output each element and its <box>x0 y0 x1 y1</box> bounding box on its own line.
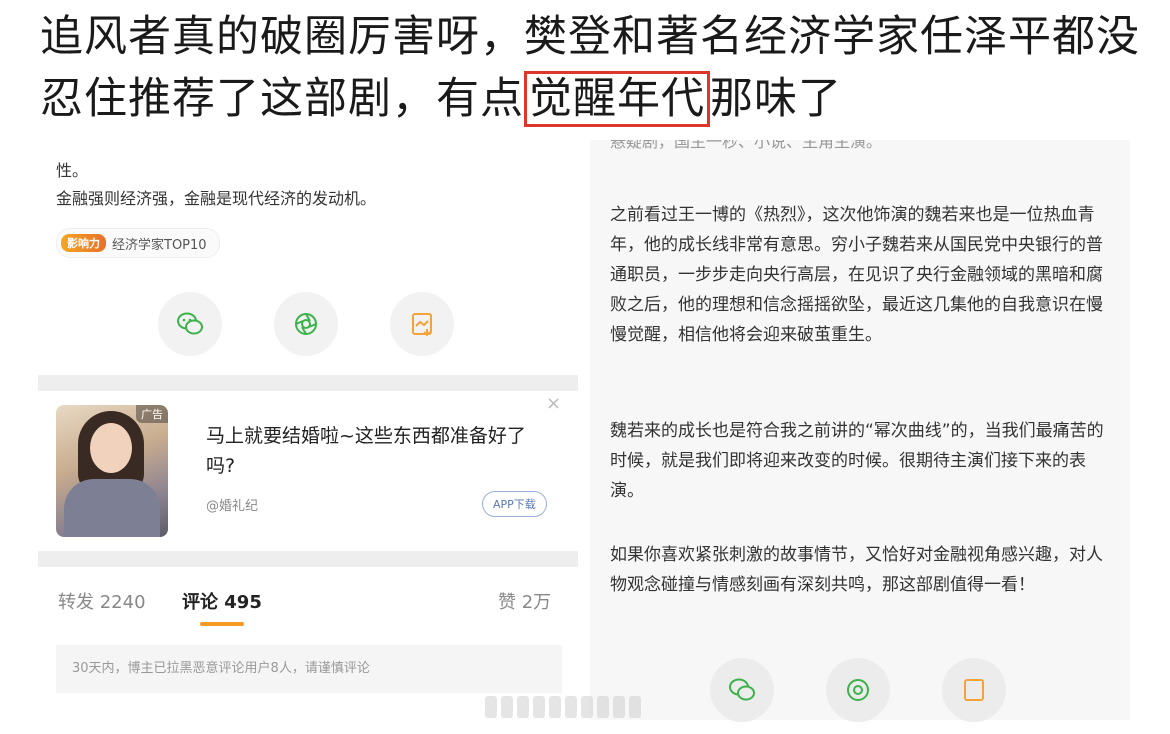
watermark-glyph <box>485 696 497 718</box>
watermark-glyph <box>501 696 513 718</box>
save-image-button[interactable] <box>390 292 454 356</box>
comment-notice: 30天内，博主已拉黑恶意评论用户8人，请谨慎评论 <box>56 645 562 693</box>
watermark-glyph <box>517 696 529 718</box>
paragraph-2: 魏若来的成长也是符合我之前讲的“幂次曲线”的，当我们最痛苦的时候，就是我们即将迎… <box>610 421 1104 501</box>
save-icon <box>412 313 432 337</box>
close-icon[interactable]: × <box>546 393 561 414</box>
divider <box>38 375 578 391</box>
influence-badge[interactable]: 影响力 经济学家TOP10 <box>56 228 220 258</box>
wechat-icon <box>729 678 755 701</box>
save-image-button[interactable] <box>942 658 1006 722</box>
headline-highlight: 觉醒年代 <box>524 71 710 127</box>
moments-icon <box>295 313 317 335</box>
paragraph-3: 如果你喜欢紧张刺激的故事情节，又恰好对金融视角感兴趣，对人物观念碰撞与情感刻画有… <box>610 545 1103 595</box>
ad-card[interactable]: 广告 马上就要结婚啦~这些东西都准备好了吗? @婚礼纪 APP下载 × <box>38 391 578 551</box>
thumbnail-face <box>90 423 132 473</box>
wechat-icon <box>177 312 203 335</box>
watermark-glyph <box>629 696 641 718</box>
watermark <box>485 690 685 724</box>
save-icon <box>964 679 984 701</box>
moments-icon <box>847 679 869 701</box>
headline-text-after: 那味了 <box>710 74 842 124</box>
app-download-button[interactable]: APP下载 <box>482 491 547 517</box>
left-screenshot: 性。 金融强则经济强，金融是现代经济的发动机。 影响力 经济学家TOP10 广告… <box>38 150 578 693</box>
post-text-line2: 金融强则经济强，金融是现代经济的发动机。 <box>56 189 377 208</box>
wechat-share-button[interactable] <box>710 658 774 722</box>
cut-off-text: 悬疑剧，国主一秒、小说、主角主演。 <box>610 140 883 151</box>
paragraph-1: 之前看过王一博的《热烈》，这次他饰演的魏若来也是一位热血青年，他的成长线非常有意… <box>610 205 1103 345</box>
tab-repost[interactable]: 转发 2240 <box>58 588 146 614</box>
ad-tag: 广告 <box>136 405 168 423</box>
ad-source: @婚礼纪 <box>206 499 259 514</box>
tab-comments[interactable]: 评论 495 <box>182 588 262 614</box>
badge-label: 经济学家TOP10 <box>112 237 207 253</box>
divider <box>38 551 578 567</box>
wechat-share-button[interactable] <box>158 292 222 356</box>
watermark-glyph <box>581 696 593 718</box>
influence-level: 影响力 <box>61 234 106 252</box>
moments-share-button[interactable] <box>274 292 338 356</box>
watermark-glyph <box>613 696 625 718</box>
right-screenshot: 悬疑剧，国主一秒、小说、主角主演。 之前看过王一博的《热烈》，这次他饰演的魏若来… <box>590 140 1130 722</box>
share-actions <box>710 658 1006 722</box>
moments-share-button[interactable] <box>826 658 890 722</box>
post-text-line1: 性。 <box>56 161 89 180</box>
headline: 追风者真的破圈厉害呀，樊登和著名经济学家任泽平都没忍住推荐了这部剧，有点 觉醒年代… <box>40 6 1140 130</box>
thumbnail-torso <box>64 479 160 537</box>
watermark-glyph <box>549 696 561 718</box>
ad-title[interactable]: 马上就要结婚啦~这些东西都准备好了吗? <box>206 421 536 481</box>
watermark-glyph <box>533 696 545 718</box>
tab-likes[interactable]: 赞 2万 <box>498 588 551 614</box>
ad-thumbnail[interactable]: 广告 <box>56 405 168 537</box>
active-tab-indicator <box>200 622 244 626</box>
watermark-glyph <box>597 696 609 718</box>
watermark-glyph <box>565 696 577 718</box>
share-actions <box>158 292 454 356</box>
